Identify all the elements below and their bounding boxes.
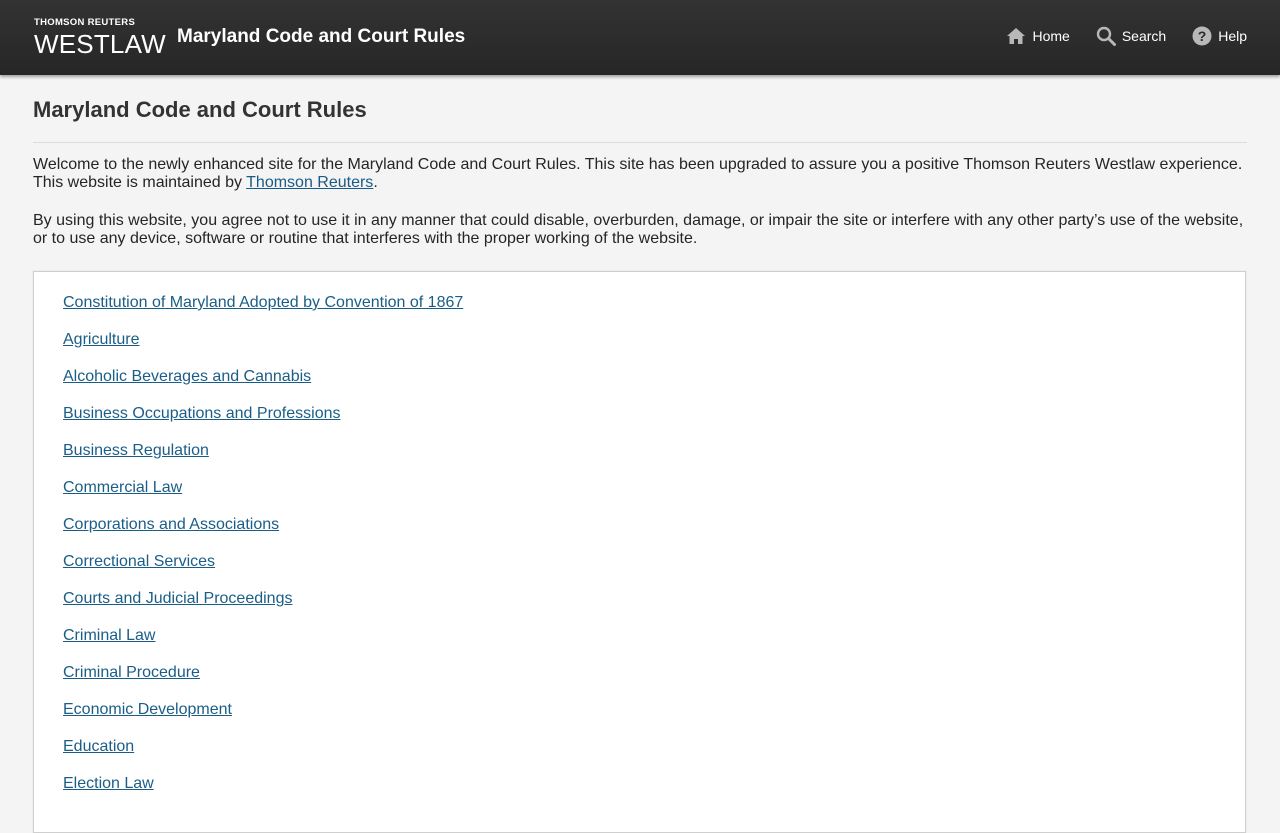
code-titles-list: Constitution of Maryland Adopted by Conv… <box>34 272 1245 811</box>
search-icon <box>1096 26 1116 46</box>
title-link-business-regulation[interactable]: Business Regulation <box>63 442 209 459</box>
top-header: THOMSON REUTERS WESTLAW Maryland Code an… <box>0 0 1280 75</box>
list-item: Criminal Law <box>63 626 1245 663</box>
list-item: Education <box>63 737 1245 774</box>
help-label: Help <box>1218 28 1247 44</box>
brand-main-text: WESTLAW <box>34 28 166 59</box>
list-item: Alcoholic Beverages and Cannabis <box>63 367 1245 404</box>
title-divider <box>33 142 1247 143</box>
svg-text:?: ? <box>1198 28 1207 44</box>
code-titles-panel: Constitution of Maryland Adopted by Conv… <box>33 271 1246 833</box>
home-label: Home <box>1032 28 1070 44</box>
list-item: Business Occupations and Professions <box>63 404 1245 441</box>
home-icon <box>1007 28 1026 44</box>
list-item: Economic Development <box>63 700 1245 737</box>
header-nav: Home Search ? Help <box>1006 26 1247 46</box>
list-item: Courts and Judicial Proceedings <box>63 589 1245 626</box>
list-item: Business Regulation <box>63 441 1245 478</box>
title-link-corporations[interactable]: Corporations and Associations <box>63 516 279 533</box>
title-link-correctional-services[interactable]: Correctional Services <box>63 553 215 570</box>
title-link-commercial-law[interactable]: Commercial Law <box>63 479 182 496</box>
brand-top-text: THOMSON REUTERS <box>34 17 136 28</box>
help-link[interactable]: ? Help <box>1192 26 1247 46</box>
home-link[interactable]: Home <box>1006 27 1070 45</box>
welcome-text-end: . <box>373 174 378 191</box>
title-link-courts[interactable]: Courts and Judicial Proceedings <box>63 590 292 607</box>
title-link-alcoholic-beverages[interactable]: Alcoholic Beverages and Cannabis <box>63 368 311 385</box>
title-link-education[interactable]: Education <box>63 738 134 755</box>
thomson-reuters-link[interactable]: Thomson Reuters <box>246 174 373 191</box>
title-link-election-law[interactable]: Election Law <box>63 775 154 792</box>
search-link[interactable]: Search <box>1096 26 1166 46</box>
title-link-agriculture[interactable]: Agriculture <box>63 331 139 348</box>
westlaw-logo[interactable]: THOMSON REUTERS WESTLAW <box>34 18 166 57</box>
welcome-paragraph: Welcome to the newly enhanced site for t… <box>33 156 1247 192</box>
title-link-economic-development[interactable]: Economic Development <box>63 701 232 718</box>
list-item: Commercial Law <box>63 478 1245 515</box>
page-title: Maryland Code and Court Rules <box>33 97 367 122</box>
title-link-criminal-procedure[interactable]: Criminal Procedure <box>63 664 200 681</box>
title-link-constitution[interactable]: Constitution of Maryland Adopted by Conv… <box>63 294 463 311</box>
search-label: Search <box>1121 28 1167 44</box>
welcome-text: Welcome to the newly enhanced site for t… <box>33 156 1243 191</box>
terms-paragraph: By using this website, you agree not to … <box>33 212 1244 247</box>
main-content: Maryland Code and Court Rules Welcome to… <box>33 96 1247 248</box>
list-item: Corporations and Associations <box>63 515 1245 552</box>
list-item: Criminal Procedure <box>63 663 1245 700</box>
list-item: Constitution of Maryland Adopted by Conv… <box>63 293 1245 330</box>
list-item: Agriculture <box>63 330 1245 367</box>
help-icon: ? <box>1192 26 1212 46</box>
list-item: Correctional Services <box>63 552 1245 589</box>
list-item: Election Law <box>63 774 1245 811</box>
site-title[interactable]: Maryland Code and Court Rules <box>177 26 465 48</box>
title-link-business-occupations[interactable]: Business Occupations and Professions <box>63 405 340 422</box>
title-link-criminal-law[interactable]: Criminal Law <box>63 627 155 644</box>
